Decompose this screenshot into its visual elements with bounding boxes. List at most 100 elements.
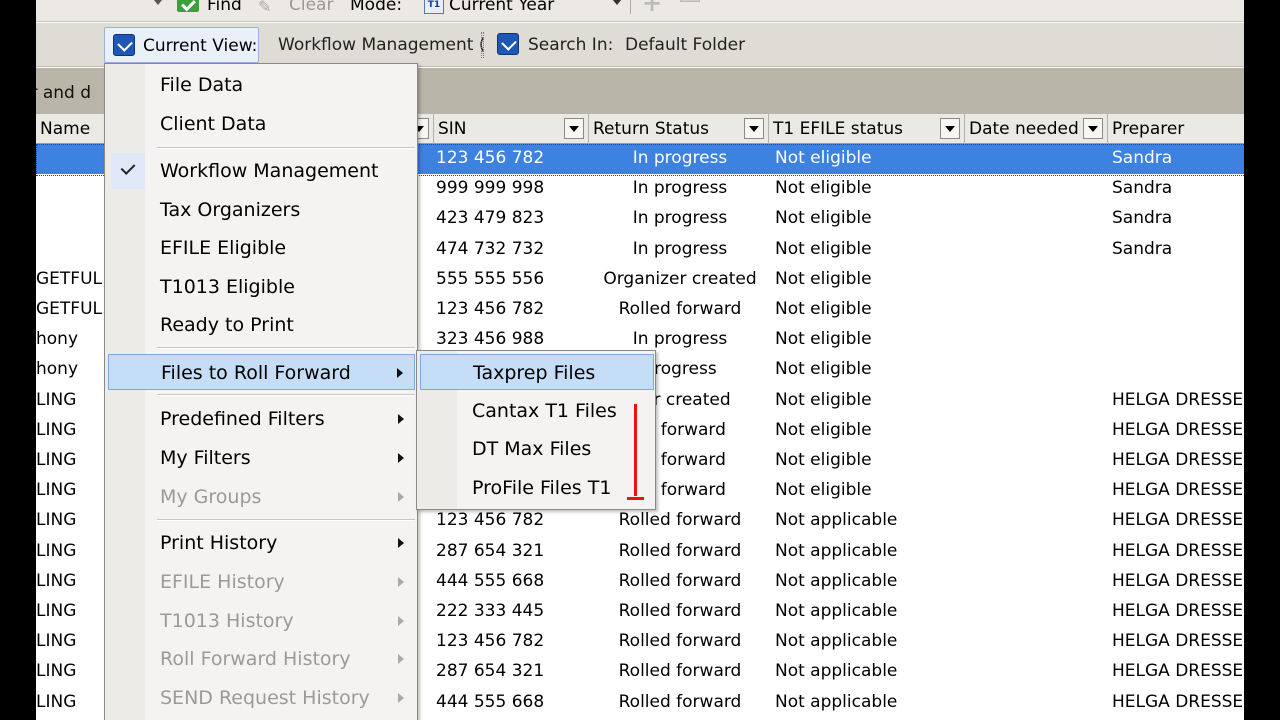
find-button[interactable]: Find [207, 0, 242, 15]
cell-name: hony [36, 359, 79, 379]
submenu-arrow-icon [398, 577, 404, 587]
submenu-item-cantax[interactable]: Cantax T1 Files [420, 393, 654, 429]
submenu-item-profile[interactable]: ProFile Files T1 [420, 470, 654, 506]
menu-item-ready-to-print[interactable]: Ready to Print [108, 307, 415, 343]
column-label: Preparer [1112, 119, 1185, 139]
menu-item-my-filters[interactable]: My Filters [108, 440, 415, 476]
column-header-sin[interactable]: SIN [434, 114, 589, 144]
submenu-arrow-icon [398, 414, 404, 424]
menu-item-file-data[interactable]: File Data [108, 67, 415, 103]
column-header-date-needed[interactable]: Date needed [965, 114, 1108, 144]
cell-name: LING [36, 420, 77, 440]
filter-dropdown-icon[interactable] [940, 118, 960, 139]
mode-label: Mode: [350, 0, 403, 15]
search-in-value[interactable]: Default Folder [625, 35, 745, 55]
cell-name: LING [36, 541, 77, 561]
submenu-item-dtmax[interactable]: DT Max Files [420, 431, 654, 467]
menu-item-label: Taxprep Files [473, 362, 596, 384]
cell-sin: 222 333 445 [436, 601, 545, 621]
filter-dropdown-icon[interactable] [1083, 118, 1103, 139]
cell-status: In progress [632, 239, 728, 259]
menu-item-efile-eligible[interactable]: EFILE Eligible [108, 230, 415, 266]
cell-status: Rolled forward [618, 541, 742, 561]
cell-preparer: HELGA DRESSEL [1112, 601, 1244, 621]
mode-select[interactable]: Current Year [449, 0, 554, 15]
menu-item-send-request-history[interactable]: SEND Request History [108, 680, 415, 716]
search-toolbar: Find ✎ Clear Mode: T1 Current Year + [36, 0, 1244, 22]
menu-item-files-to-roll-forward[interactable]: Files to Roll Forward [108, 354, 415, 390]
toolbar-grip[interactable] [481, 32, 484, 58]
menu-item-my-groups[interactable]: My Groups [108, 479, 415, 515]
cell-status: In progress [632, 178, 728, 198]
column-header-t1-efile[interactable]: T1 EFILE status [769, 114, 965, 144]
cell-preparer: HELGA DRESSEL [1112, 692, 1244, 712]
filter-dropdown-icon[interactable] [744, 118, 764, 139]
remove-icon[interactable] [680, 0, 700, 2]
menu-item-t1013-eligible[interactable]: T1013 Eligible [108, 269, 415, 305]
cell-status: In progress [632, 208, 728, 228]
cell-preparer: HELGA DRESSEL [1112, 631, 1244, 651]
find-icon[interactable] [177, 0, 199, 12]
menu-item-tax-organizers[interactable]: Tax Organizers [108, 192, 415, 228]
add-icon[interactable]: + [642, 0, 664, 15]
submenu-arrow-icon [398, 693, 404, 703]
cell-name: LING [36, 661, 77, 681]
menu-item-roll-forward-history[interactable]: Roll Forward History [108, 641, 415, 677]
clear-button[interactable]: Clear [289, 0, 333, 15]
column-header-preparer[interactable]: Preparer [1108, 114, 1244, 144]
cell-name: hony [36, 329, 79, 349]
search-in-check-icon[interactable] [497, 33, 519, 55]
menu-item-client-data[interactable]: Client Data [108, 106, 415, 142]
annotation-arrow-head [627, 497, 644, 500]
cell-status: Rolled forward [618, 631, 742, 651]
submenu-arrow-icon [398, 654, 404, 664]
cell-status: Rolled forward [618, 299, 742, 319]
menu-item-label: Cantax T1 Files [472, 400, 617, 422]
cell-sin: 287 654 321 [436, 661, 545, 681]
menu-item-label: Roll Forward History [160, 648, 351, 670]
cell-preparer: Sandra [1112, 239, 1173, 259]
cell-preparer: HELGA DRESSEL [1112, 571, 1244, 591]
submenu-arrow-icon [398, 538, 404, 548]
cell-sin: 444 555 668 [436, 692, 545, 712]
menu-item-t1013-history[interactable]: T1013 History [108, 603, 415, 639]
menu-separator [157, 394, 415, 396]
cell-preparer: HELGA DRESSEL [1112, 420, 1244, 440]
menu-item-print-history[interactable]: Print History [108, 525, 415, 561]
menu-item-label: DT Max Files [472, 438, 592, 460]
cell-efile: Not applicable [775, 692, 898, 712]
filter-dropdown-icon[interactable] [564, 118, 584, 139]
cell-sin: 999 999 998 [436, 178, 545, 198]
menu-item-label: Ready to Print [160, 314, 294, 336]
eraser-icon[interactable]: ✎ [258, 0, 278, 16]
checkmark-icon [111, 153, 145, 189]
column-header-return-status[interactable]: Return Status [589, 114, 769, 144]
cell-efile: Not eligible [775, 450, 872, 470]
submenu-item-taxprep[interactable]: Taxprep Files [420, 354, 654, 390]
cell-sin: 555 555 556 [436, 269, 545, 289]
menu-item-label: Client Data [160, 113, 267, 135]
chevron-down-icon[interactable] [612, 0, 622, 5]
toolbar-separator [630, 0, 631, 14]
annotation-arrow-line [634, 404, 637, 496]
menu-item-predefined-filters[interactable]: Predefined Filters [108, 401, 415, 437]
menu-item-efile-history[interactable]: EFILE History [108, 564, 415, 600]
column-label: SIN [438, 119, 467, 139]
view-toolbar: Current View: Workflow Management ( Sear… [36, 23, 1244, 67]
cell-preparer: HELGA DRESSEL [1112, 510, 1244, 530]
column-label: T1 EFILE status [773, 119, 903, 139]
cell-sin: 444 555 668 [436, 571, 545, 591]
column-label: Name [40, 119, 91, 139]
view-check-icon [113, 34, 135, 56]
cell-efile: Not eligible [775, 299, 872, 319]
cell-efile: Not eligible [775, 148, 872, 168]
cell-efile: Not eligible [775, 239, 872, 259]
cell-preparer: Sandra [1112, 178, 1173, 198]
current-view-button[interactable]: Current View: [104, 27, 259, 63]
chevron-down-icon[interactable] [154, 0, 162, 5]
menu-item-workflow-management[interactable]: Workflow Management [108, 153, 415, 189]
cell-name: LING [36, 571, 77, 591]
cell-sin: 287 654 321 [436, 541, 545, 561]
cell-efile: Not eligible [775, 329, 872, 349]
cell-efile: Not applicable [775, 601, 898, 621]
